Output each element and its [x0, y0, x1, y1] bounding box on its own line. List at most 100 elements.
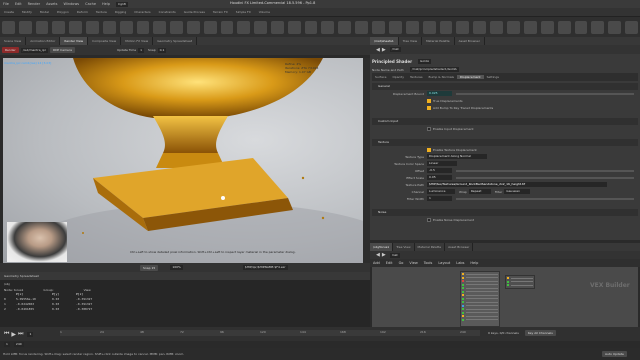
menu-help[interactable]: Help	[102, 2, 110, 6]
light-icon[interactable]	[625, 20, 638, 34]
menu-help-net[interactable]: Help	[470, 261, 478, 265]
tool-icon[interactable]	[271, 20, 284, 34]
update-time-value[interactable]: 1	[138, 47, 145, 53]
tool-icon[interactable]	[304, 20, 318, 34]
shelf-tab[interactable]: Deform	[73, 10, 92, 14]
viewport-right-toolbar[interactable]	[363, 58, 370, 263]
network-path[interactable]: mat	[389, 252, 400, 258]
back-icon[interactable]: ◀	[376, 252, 380, 258]
texture-path-field[interactable]: $HIP/tex/Textures/Ground_RockBedSandston…	[427, 182, 607, 187]
tab-material-palette-net[interactable]: Material Palette	[415, 243, 446, 251]
light-icon[interactable]	[574, 20, 588, 34]
tool-icon[interactable]	[102, 20, 116, 34]
tool-icon[interactable]	[321, 20, 335, 34]
section-texture[interactable]: Texture	[372, 139, 638, 146]
range-end[interactable]: 240	[13, 341, 24, 347]
enable-texture-checkbox[interactable]	[427, 147, 431, 152]
shelf-tab[interactable]: Polygon	[53, 10, 73, 14]
spreadsheet-path[interactable]: /obj	[4, 282, 10, 286]
tool-icon[interactable]	[2, 20, 15, 34]
shader-name-field[interactable]: GoldA	[418, 58, 431, 64]
light-icon[interactable]	[456, 20, 470, 34]
menu-windows[interactable]: Windows	[64, 2, 80, 6]
light-icon[interactable]	[490, 20, 503, 34]
menu-edit-net[interactable]: Edit	[386, 261, 393, 265]
channel-select[interactable]: Luminance	[427, 189, 455, 194]
shelf-tab[interactable]: Model	[36, 10, 53, 14]
tool-icon[interactable]	[86, 20, 99, 34]
tool-icon[interactable]	[170, 20, 183, 34]
menu-assets[interactable]: Assets	[46, 2, 57, 6]
section-noise[interactable]: Noise	[372, 209, 638, 216]
shelf-tab[interactable]: Create	[0, 10, 18, 14]
section-general[interactable]: General	[372, 83, 638, 90]
tab-geometry-spreadsheet-lower[interactable]: Geometry Spreadsheet	[0, 274, 43, 278]
shelf-tab[interactable]: Rigging	[111, 10, 130, 14]
subtab-opacity[interactable]: Opacity	[389, 75, 407, 79]
light-icon[interactable]	[540, 20, 554, 34]
menu-view[interactable]: View	[409, 261, 417, 265]
tool-icon[interactable]	[18, 20, 32, 34]
shelf-tab[interactable]: Guide Process	[180, 10, 209, 14]
menu-file[interactable]: File	[3, 2, 9, 6]
tool-icon[interactable]	[287, 20, 301, 34]
texture-type-select[interactable]: Displacement Along Normal	[427, 154, 487, 159]
timeline-ruler[interactable]: 1 24 48 72 96 120 144 168 192 216 240	[60, 330, 480, 336]
effect-scale-field[interactable]: 0.05	[427, 175, 452, 180]
desktop-select[interactable]: Cg18	[116, 1, 128, 7]
tool-icon[interactable]	[254, 20, 267, 34]
enable-noise-checkbox[interactable]	[427, 217, 431, 222]
render-node-path[interactable]: /out/mantra_ipr	[20, 47, 49, 53]
forward-icon[interactable]: ▶	[382, 252, 386, 258]
tool-icon[interactable]	[69, 20, 83, 34]
shelf-tab[interactable]: Terrain FX	[209, 10, 232, 14]
key-all-button[interactable]: Key All Channels	[524, 330, 556, 336]
tab-asset-browser[interactable]: Asset Browser	[455, 37, 485, 45]
menu-labs[interactable]: Labs	[456, 261, 464, 265]
menu-layout[interactable]: Layout	[438, 261, 450, 265]
light-icon[interactable]	[473, 20, 487, 34]
subtab-textures[interactable]: Textures	[407, 75, 426, 79]
light-icon[interactable]	[608, 20, 622, 34]
enable-input-checkbox[interactable]	[427, 126, 431, 131]
filter-select[interactable]: Gaussian	[504, 189, 531, 194]
tab-material-palette[interactable]: Material Palette	[422, 37, 455, 45]
tab-geometry-spreadsheet[interactable]: Geometry Spreadsheet	[153, 37, 198, 45]
subtab-surface[interactable]: Surface	[372, 75, 389, 79]
light-icon[interactable]	[591, 20, 605, 34]
tool-icon[interactable]	[35, 20, 49, 34]
menu-render[interactable]: Render	[28, 2, 40, 6]
light-icon[interactable]	[557, 20, 571, 34]
menu-go[interactable]: Go	[399, 261, 404, 265]
range-start[interactable]: 1	[4, 341, 10, 347]
tab-animation-editor[interactable]: Animation Editor	[26, 37, 61, 45]
tab-tree-view-net[interactable]: Tree View	[393, 243, 415, 251]
section-custom-input[interactable]: Custom Input	[372, 118, 638, 125]
tool-icon[interactable]	[186, 20, 200, 34]
subtab-settings[interactable]: Settings	[484, 75, 502, 79]
auto-update-button[interactable]: Auto Update	[602, 351, 627, 357]
output-node[interactable]	[505, 275, 535, 289]
displacement-bound-field[interactable]: 0.025	[427, 91, 452, 96]
play-forward-icon[interactable]: ⏭	[18, 330, 23, 338]
offset-field[interactable]: -0.5	[427, 168, 452, 173]
offset-slider[interactable]	[456, 169, 634, 172]
play-back-icon[interactable]: ⏮	[4, 330, 9, 338]
tool-icon[interactable]	[220, 20, 234, 34]
shelf-tab[interactable]: Texture	[92, 10, 111, 14]
tool-icon[interactable]	[237, 20, 251, 34]
wrap-select[interactable]: Repeat	[468, 189, 491, 194]
filter-width-slider[interactable]	[456, 197, 634, 200]
snap-readout[interactable]: Snap 15	[140, 264, 159, 271]
menu-edit[interactable]: Edit	[15, 2, 22, 6]
current-frame[interactable]: 1	[27, 331, 34, 337]
color-space-select[interactable]: Linear	[427, 161, 457, 166]
back-icon[interactable]: ◀	[376, 47, 380, 53]
displacement-bound-slider[interactable]	[456, 92, 634, 95]
subtab-displacement[interactable]: Displacement	[456, 75, 484, 79]
render-button[interactable]: Render	[2, 47, 19, 53]
filter-width-field[interactable]: 1	[427, 196, 452, 201]
output-file-path[interactable]: $HIP/ipr/$HIPNAME.$F4.exr	[242, 265, 288, 270]
camera-select[interactable]: RDP Camera	[50, 47, 75, 53]
snap-value[interactable]: 0.1	[157, 47, 167, 53]
